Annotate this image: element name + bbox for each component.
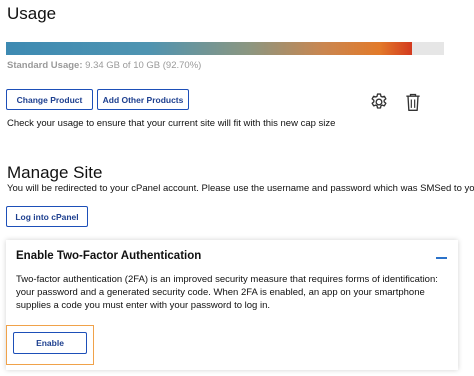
log-into-cpanel-button[interactable]: Log into cPanel (6, 206, 88, 227)
gear-icon[interactable] (369, 92, 389, 112)
add-other-products-button[interactable]: Add Other Products (97, 89, 189, 110)
usage-title: Usage (7, 4, 57, 23)
enable-2fa-button[interactable]: Enable (13, 332, 87, 354)
usage-detail: 9.34 GB of 10 GB (92.70%) (85, 60, 202, 71)
usage-summary: Standard Usage: 9.34 GB of 10 GB (92.70%… (7, 60, 201, 71)
manage-site-title: Manage Site (7, 163, 103, 182)
trash-icon[interactable] (404, 92, 422, 112)
usage-progress-bar (6, 42, 444, 55)
usage-progress-fill (6, 42, 413, 55)
usage-note: Check your usage to ensure that your cur… (7, 118, 336, 129)
change-product-button[interactable]: Change Product (6, 89, 93, 110)
two-factor-title: Enable Two-Factor Authentication (16, 250, 202, 262)
two-factor-description: Two-factor authentication (2FA) is an im… (16, 274, 438, 311)
usage-label: Standard Usage: (7, 60, 83, 71)
collapse-minus-icon[interactable] (436, 257, 447, 259)
manage-site-description: You will be redirected to your cPanel ac… (7, 183, 474, 194)
